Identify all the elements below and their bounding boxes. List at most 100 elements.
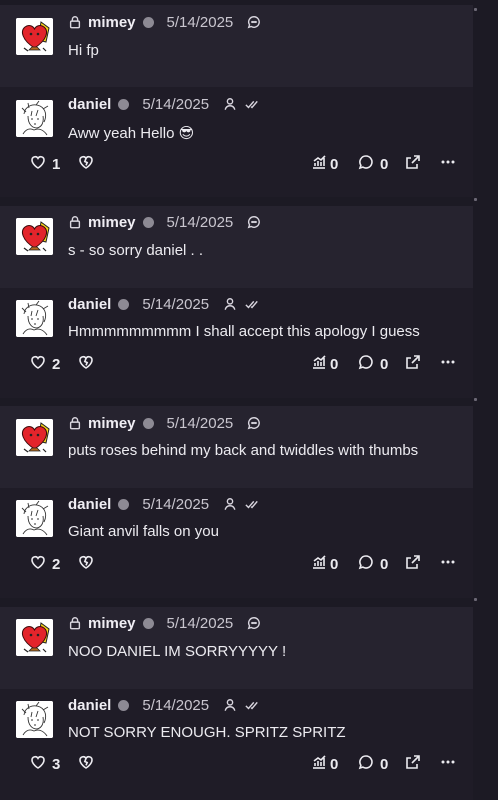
views-count: 0	[330, 355, 339, 373]
status-dot	[142, 417, 154, 429]
message-text: s - so sorry daniel . .	[68, 242, 204, 259]
more-icon	[440, 754, 456, 774]
like-button[interactable]: 2	[24, 354, 60, 374]
views-button[interactable]: 0	[305, 554, 338, 574]
stats-icon	[311, 154, 327, 174]
comment-icon	[358, 554, 374, 574]
timestamp: 5/14/2025	[142, 95, 210, 113]
replies-count: 0	[380, 155, 389, 173]
message-header: daniel 5/14/2025	[68, 294, 259, 314]
replies-button[interactable]: 0	[352, 554, 388, 574]
like-button[interactable]: 2	[24, 554, 60, 574]
like-button[interactable]: 1	[24, 154, 60, 174]
person-icon[interactable]	[223, 97, 237, 111]
views-button[interactable]: 0	[305, 154, 338, 174]
scrollbar-marker	[474, 198, 477, 201]
chat-bubble-icon[interactable]	[247, 616, 261, 630]
status-dot	[142, 617, 154, 629]
message-card-mimey: mimey 5/14/2025 puts roses behind my back …	[0, 406, 473, 488]
lock-icon	[68, 416, 82, 430]
chat-bubble-icon[interactable]	[247, 15, 261, 29]
share-button[interactable]	[399, 354, 421, 374]
username[interactable]: mimey	[88, 214, 136, 231]
message-card-mimey: mimey 5/14/2025 s - so sorry daniel . .	[0, 206, 473, 288]
share-icon	[405, 354, 421, 374]
heart-icon	[30, 154, 46, 174]
message-text: NOT SORRY ENOUGH. SPRITZ SPRITZ	[68, 724, 346, 741]
views-count: 0	[330, 155, 339, 173]
message-text: Aww yeah Hello 😎	[68, 125, 195, 142]
avatar[interactable]	[16, 619, 53, 656]
message-header: mimey 5/14/2025	[68, 413, 261, 433]
username[interactable]: daniel	[68, 96, 111, 113]
broken-heart-icon	[78, 154, 94, 174]
share-icon	[405, 754, 421, 774]
share-button[interactable]	[399, 554, 421, 574]
heart-icon	[30, 754, 46, 774]
share-button[interactable]	[399, 154, 421, 174]
views-button[interactable]: 0	[305, 754, 338, 774]
replies-button[interactable]: 0	[352, 154, 388, 174]
stats-icon	[311, 354, 327, 374]
person-icon[interactable]	[223, 497, 237, 511]
scrollbar-marker	[474, 398, 477, 401]
lock-icon	[68, 616, 82, 630]
username[interactable]: daniel	[68, 496, 111, 513]
replies-count: 0	[380, 555, 389, 573]
comment-icon	[358, 354, 374, 374]
avatar[interactable]	[16, 18, 53, 55]
comment-icon	[358, 154, 374, 174]
more-icon	[440, 554, 456, 574]
person-icon[interactable]	[223, 297, 237, 311]
dislike-button[interactable]	[72, 354, 94, 374]
person-icon[interactable]	[223, 698, 237, 712]
username[interactable]: mimey	[88, 415, 136, 432]
message-card-daniel: daniel 5/14/2025 NOT SORRY ENOUGH. SPRITZ …	[0, 689, 473, 800]
message-header: daniel 5/14/2025	[68, 494, 259, 514]
share-button[interactable]	[399, 754, 421, 774]
broken-heart-icon	[78, 754, 94, 774]
avatar[interactable]	[16, 100, 53, 137]
views-button[interactable]: 0	[305, 354, 338, 374]
avatar[interactable]	[16, 300, 53, 337]
timestamp: 5/14/2025	[166, 13, 234, 31]
scrollbar-marker	[474, 8, 477, 11]
heart-icon	[30, 554, 46, 574]
status-dot	[142, 216, 154, 228]
more-button[interactable]	[434, 554, 456, 574]
avatar[interactable]	[16, 218, 53, 255]
views-count: 0	[330, 755, 339, 773]
scrollbar-track[interactable]	[472, 0, 498, 800]
username[interactable]: mimey	[88, 615, 136, 632]
lock-icon	[68, 15, 82, 29]
scrollbar-marker	[474, 598, 477, 601]
replies-button[interactable]: 0	[352, 354, 388, 374]
like-count: 1	[52, 155, 61, 173]
avatar[interactable]	[16, 500, 53, 537]
username[interactable]: mimey	[88, 14, 136, 31]
status-dot	[118, 298, 130, 310]
avatar[interactable]	[16, 701, 53, 738]
timestamp: 5/14/2025	[166, 414, 234, 432]
status-dot	[142, 16, 154, 28]
timestamp: 5/14/2025	[142, 495, 210, 513]
username[interactable]: daniel	[68, 697, 111, 714]
dislike-button[interactable]	[72, 554, 94, 574]
message-text: puts roses behind my back and twiddles w…	[68, 442, 419, 459]
avatar[interactable]	[16, 419, 53, 456]
chat-bubble-icon[interactable]	[247, 215, 261, 229]
replies-button[interactable]: 0	[352, 754, 388, 774]
chat-bubble-icon[interactable]	[247, 416, 261, 430]
message-card-daniel: daniel 5/14/2025 Giant anvil falls on you 2…	[0, 488, 473, 598]
more-button[interactable]	[434, 154, 456, 174]
dislike-button[interactable]	[72, 754, 94, 774]
status-dot	[118, 98, 130, 110]
more-button[interactable]	[434, 754, 456, 774]
like-count: 3	[52, 755, 61, 773]
username[interactable]: daniel	[68, 296, 111, 313]
more-icon	[440, 354, 456, 374]
dislike-button[interactable]	[72, 154, 94, 174]
message-header: mimey 5/14/2025	[68, 613, 261, 633]
like-button[interactable]: 3	[24, 754, 60, 774]
more-button[interactable]	[434, 354, 456, 374]
